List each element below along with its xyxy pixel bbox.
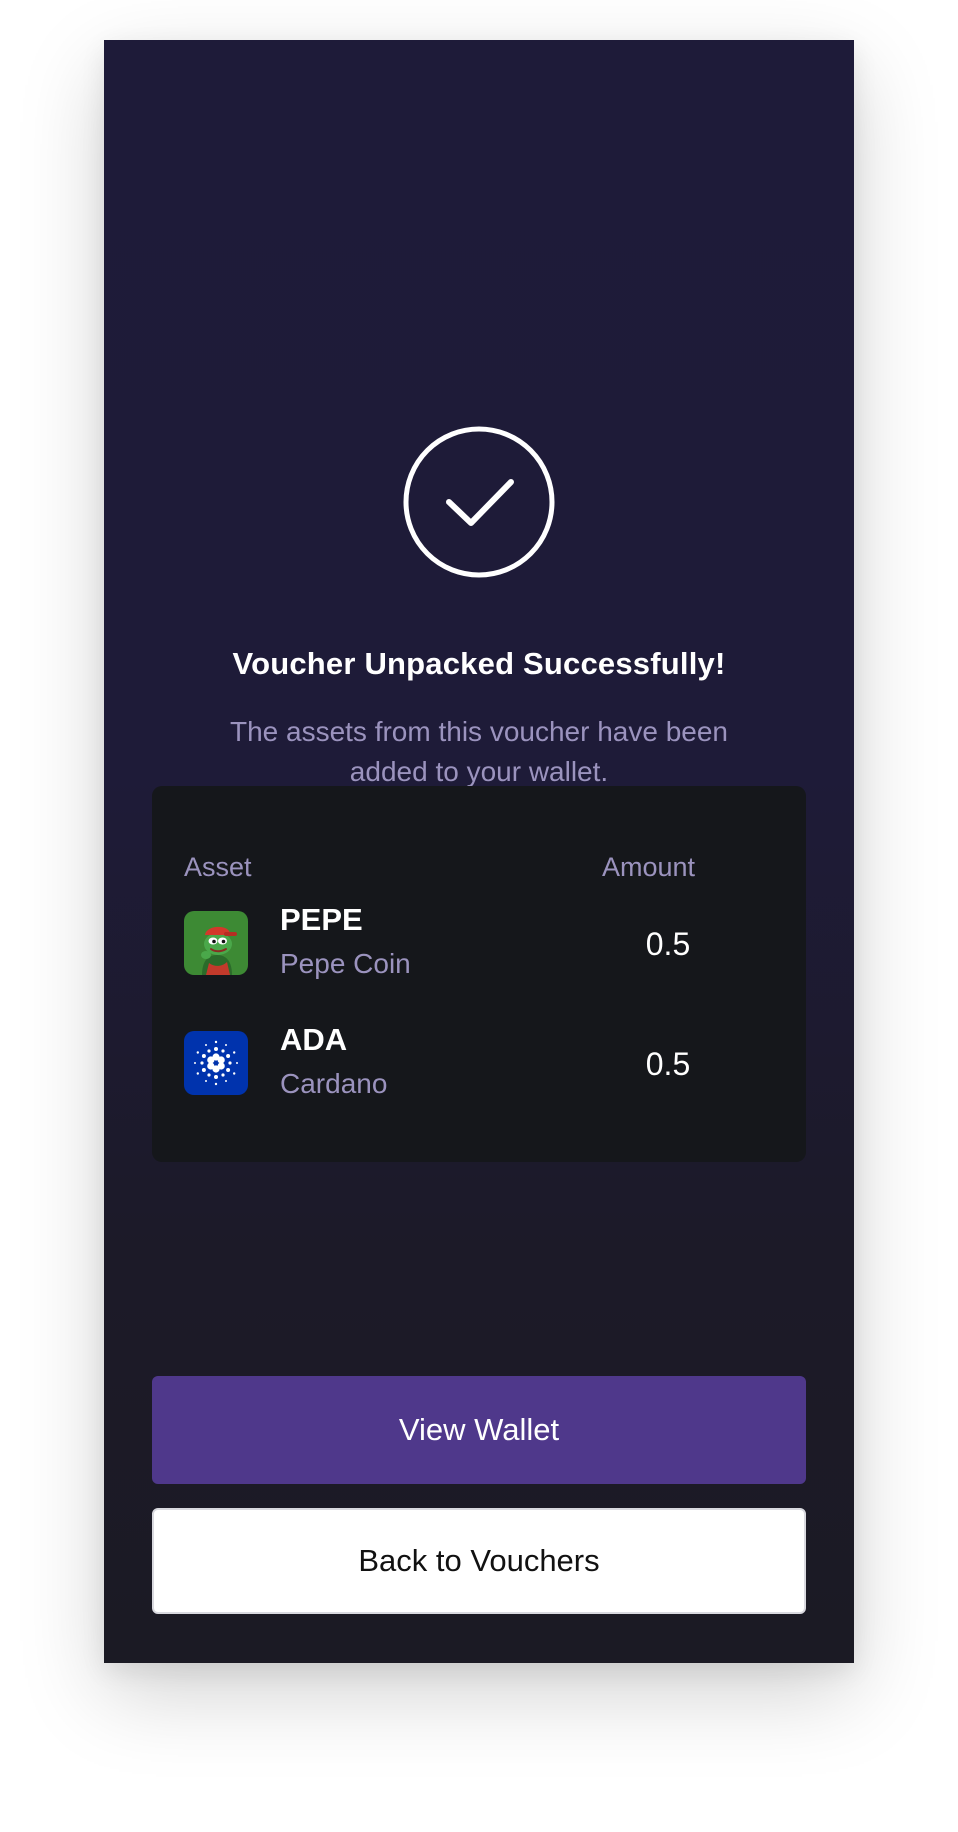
asset-symbol: PEPE [280, 902, 363, 937]
asset-row-pepe: PEPE Pepe Coin 0.5 [184, 902, 784, 982]
success-check-icon [403, 426, 555, 578]
asset-row-ada: ADA Cardano 0.5 [184, 1022, 784, 1102]
cardano-logo-icon [184, 1031, 248, 1095]
asset-name: Pepe Coin [280, 948, 411, 979]
asset-amount: 0.5 [645, 926, 691, 962]
success-subtitle: The assets from this voucher have been a… [229, 716, 729, 787]
back-to-vouchers-button[interactable]: Back to Vouchers [152, 1508, 806, 1614]
asset-column-header: Asset [184, 852, 252, 882]
success-title: Voucher Unpacked Successfully! [232, 646, 726, 681]
view-wallet-button[interactable]: View Wallet [152, 1376, 806, 1484]
asset-symbol: ADA [280, 1022, 348, 1057]
amount-column-header: Amount [602, 852, 696, 882]
asset-name: Cardano [280, 1068, 388, 1099]
assets-card: Asset Amount PEPE Pepe Coin 0.5 ADA Card… [152, 786, 806, 1162]
pepe-frog-icon [184, 911, 248, 975]
app-screen: Voucher Unpacked Successfully! The asset… [104, 40, 854, 1663]
asset-amount: 0.5 [645, 1046, 691, 1082]
